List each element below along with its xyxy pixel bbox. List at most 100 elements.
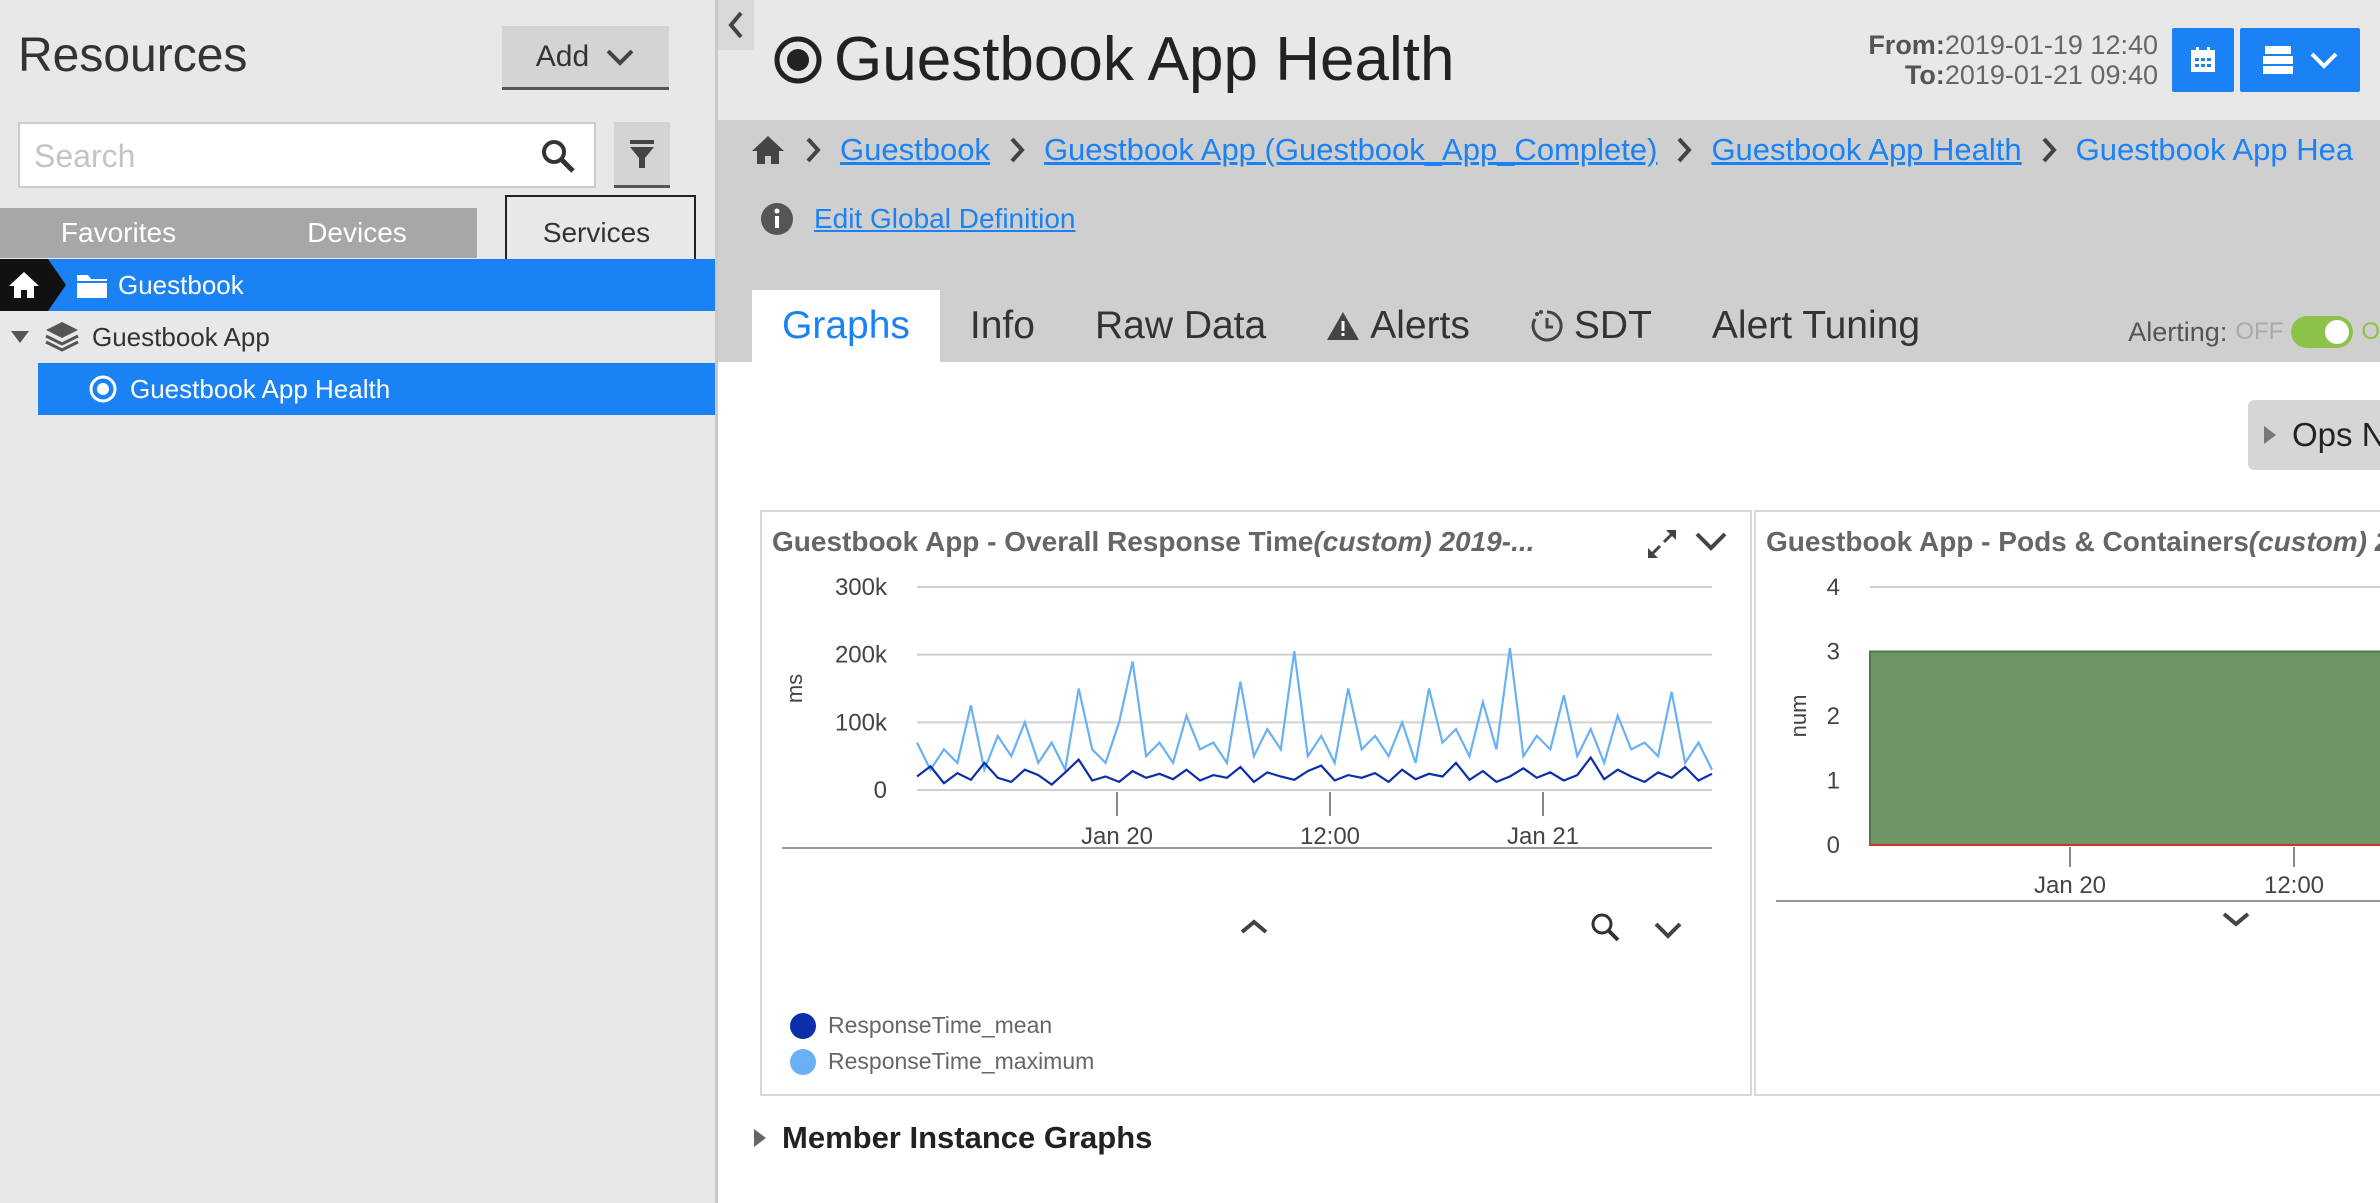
tab-alerts[interactable]: Alerts <box>1296 290 1500 362</box>
graph-title-suffix: (custom) 2 <box>2248 526 2380 557</box>
chevron-down-icon[interactable] <box>1694 530 1728 552</box>
y-tick-label: 2 <box>1827 703 1840 730</box>
legend-item-mean[interactable]: ResponseTime_mean <box>790 1012 1052 1039</box>
home-icon[interactable] <box>0 259 66 311</box>
resources-panel: Resources Add Favorites Devices Services… <box>0 0 718 1203</box>
graph-title-text: Guestbook App - Pods & Containers <box>1766 526 2249 557</box>
y-axis-label: num <box>1786 695 1811 738</box>
graph-title: Guestbook App - Overall Response Time(cu… <box>772 526 1534 558</box>
y-tick-label: 0 <box>1827 832 1840 859</box>
main-content: Guestbook App Health From:2019-01-19 12:… <box>718 0 2380 1203</box>
legend-dot <box>790 1048 816 1075</box>
breadcrumb-link-app-health-instance[interactable]: Guestbook App Hea <box>2076 132 2353 168</box>
from-value: 2019-01-19 12:40 <box>1944 30 2158 60</box>
breadcrumb-link-guestbook[interactable]: Guestbook <box>840 132 990 168</box>
search-icon[interactable] <box>540 138 576 174</box>
member-graphs-label: Member Instance Graphs <box>782 1120 1153 1155</box>
alerting-status: Alerting: OFF O <box>2128 316 2380 348</box>
expand-icon[interactable] <box>1646 528 1678 560</box>
options-dropdown-button[interactable] <box>2240 28 2360 92</box>
from-label: From: <box>1868 30 1945 60</box>
tab-sdt[interactable]: SDT <box>1500 290 1682 362</box>
search-input[interactable] <box>32 130 526 182</box>
search-box <box>18 122 596 188</box>
page-title-text: Guestbook App Health <box>834 25 1455 94</box>
response-time-graph-panel: Guestbook App - Overall Response Time(cu… <box>760 510 1752 1096</box>
edit-global-definition-link[interactable]: Edit Global Definition <box>814 203 1075 235</box>
legend-label: ResponseTime_mean <box>828 1012 1053 1038</box>
filter-button[interactable] <box>614 122 670 188</box>
page-title: Guestbook App Health <box>772 24 1454 95</box>
chevron-down-icon[interactable] <box>2222 912 2250 927</box>
tree-item-guestbook-app[interactable]: Guestbook App <box>0 311 715 363</box>
server-icon <box>2263 46 2293 74</box>
zoom-icon-lens <box>1591 913 1613 935</box>
tab-services[interactable]: Services <box>478 208 715 258</box>
zoom-icon[interactable] <box>1591 913 1620 942</box>
tab-info[interactable]: Info <box>940 290 1065 362</box>
ops-notes-button[interactable]: Ops N <box>2248 400 2380 470</box>
y-tick-label: 3 <box>1827 639 1840 666</box>
collapse-panel-button[interactable] <box>718 0 754 50</box>
alerting-toggle[interactable] <box>2291 316 2354 348</box>
tree-item-label: Guestbook <box>118 269 244 300</box>
page-header: Guestbook App Health From:2019-01-19 12:… <box>718 0 2380 120</box>
info-icon <box>761 203 793 235</box>
calendar-icon <box>2191 47 2215 72</box>
y-tick-label: 0 <box>874 777 887 804</box>
clock-icon <box>1531 310 1563 342</box>
home-icon[interactable] <box>750 134 786 166</box>
service-radio-icon <box>89 375 117 403</box>
chevron-down-icon[interactable] <box>1654 922 1682 939</box>
legend-label: ResponseTime_maximum <box>828 1048 1095 1074</box>
y-tick-label: 1 <box>1827 768 1840 795</box>
chevron-up-icon[interactable] <box>1240 919 1268 934</box>
triangle-right-icon <box>754 1129 766 1147</box>
series-line-ResponseTime_maximum <box>916 647 1713 774</box>
graph-title: Guestbook App - Pods & Containers(custom… <box>1766 526 2380 558</box>
tab-alert-tuning[interactable]: Alert Tuning <box>1682 290 1950 362</box>
tree-item-guestbook-app-health[interactable]: Guestbook App Health <box>38 363 715 415</box>
tab-label: Alerts <box>1370 304 1470 347</box>
tab-raw-data[interactable]: Raw Data <box>1065 290 1296 362</box>
chevron-left-icon <box>728 11 743 39</box>
x-tick-label: 12:00 <box>1300 823 1360 850</box>
y-tick-label: 200k <box>835 642 888 669</box>
pods-containers-graph-panel: Guestbook App - Pods & Containers(custom… <box>1754 510 2380 1096</box>
tab-devices[interactable]: Devices <box>237 208 477 258</box>
layers-icon <box>45 322 79 352</box>
member-instance-graphs-toggle[interactable]: Member Instance Graphs <box>752 1120 1152 1156</box>
chevron-right-icon <box>1008 136 1026 164</box>
legend-item-maximum[interactable]: ResponseTime_maximum <box>790 1048 1094 1075</box>
breadcrumb-link-guestbook-app[interactable]: Guestbook App (Guestbook_App_Complete) <box>1044 132 1658 168</box>
calendar-button[interactable] <box>2172 28 2234 92</box>
triangle-right-icon <box>2264 426 2276 444</box>
date-range: From:2019-01-19 12:40 To:2019-01-21 09:4… <box>1868 30 2158 90</box>
resource-tabs: Favorites Devices Services <box>0 208 715 258</box>
tree-item-guestbook[interactable]: Guestbook <box>0 259 715 311</box>
to-label: To: <box>1904 60 1945 90</box>
zoom-icon-handle <box>1607 929 1620 942</box>
tab-graphs[interactable]: Graphs <box>752 290 940 362</box>
service-radio-icon <box>774 36 822 83</box>
add-button-label: Add <box>535 39 590 73</box>
tab-favorites[interactable]: Favorites <box>0 208 237 258</box>
panel-title: Resources <box>18 29 248 82</box>
alerting-off-text: OFF <box>2235 318 2284 345</box>
series-area <box>1869 650 2380 846</box>
chevron-down-icon <box>606 49 634 66</box>
expand-triangle-icon[interactable] <box>10 329 30 345</box>
x-tick-label: Jan 21 <box>1507 823 1579 850</box>
tab-label: SDT <box>1573 304 1652 347</box>
edit-definition-row: Edit Global Definition <box>760 202 1075 236</box>
warning-icon <box>1327 312 1360 340</box>
y-axis-label: ms <box>782 674 807 703</box>
graph-title-suffix: (custom) 2019-... <box>1313 526 1535 557</box>
pods-containers-chart: 4 3 2 1 0 num Jan 20 12:00 <box>1776 574 2380 927</box>
add-button[interactable]: Add <box>502 26 669 90</box>
y-tick-label: 4 <box>1827 574 1840 601</box>
alerting-on-text: O <box>2361 318 2380 345</box>
breadcrumb-link-app-health[interactable]: Guestbook App Health <box>1711 132 2021 168</box>
graph-title-text: Guestbook App - Overall Response Time <box>772 526 1314 557</box>
main-tabs: Graphs Info Raw Data Alerts SDT Alert Tu… <box>752 290 1950 362</box>
